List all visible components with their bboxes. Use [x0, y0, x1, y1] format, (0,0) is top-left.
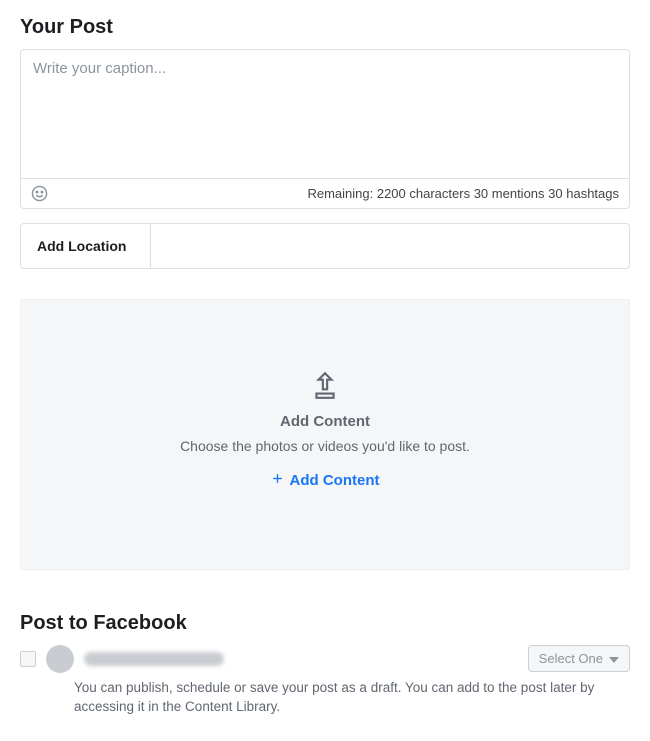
- select-one-dropdown[interactable]: Select One: [528, 645, 630, 672]
- add-content-button[interactable]: Add Content: [271, 472, 380, 489]
- add-content-panel: Add Content Choose the photos or videos …: [20, 299, 630, 570]
- avatar: [46, 645, 74, 673]
- caption-placeholder: Write your caption...: [33, 60, 166, 77]
- facebook-page-name: [84, 652, 224, 666]
- add-content-subtitle: Choose the photos or videos you'd like t…: [41, 438, 609, 454]
- plus-icon: [271, 472, 284, 489]
- add-location-row: Add Location: [20, 223, 630, 269]
- select-one-label: Select One: [539, 651, 603, 666]
- add-location-button[interactable]: Add Location: [21, 224, 151, 268]
- post-to-facebook-title: Post to Facebook: [20, 612, 630, 635]
- facebook-description: You can publish, schedule or save your p…: [20, 679, 630, 717]
- caption-textarea[interactable]: Write your caption...: [20, 49, 630, 179]
- upload-icon: [312, 370, 338, 403]
- add-content-link-label: Add Content: [290, 472, 380, 489]
- add-content-title: Add Content: [41, 413, 609, 430]
- caption-meta-bar: Remaining: 2200 characters 30 mentions 3…: [20, 179, 630, 209]
- remaining-text: Remaining: 2200 characters 30 mentions 3…: [307, 186, 619, 201]
- your-post-title: Your Post: [20, 16, 630, 39]
- chevron-down-icon: [609, 651, 619, 666]
- location-input-area[interactable]: [151, 224, 629, 268]
- emoji-icon[interactable]: [31, 185, 48, 202]
- facebook-page-row: Select One: [20, 645, 630, 673]
- facebook-page-checkbox[interactable]: [20, 651, 36, 667]
